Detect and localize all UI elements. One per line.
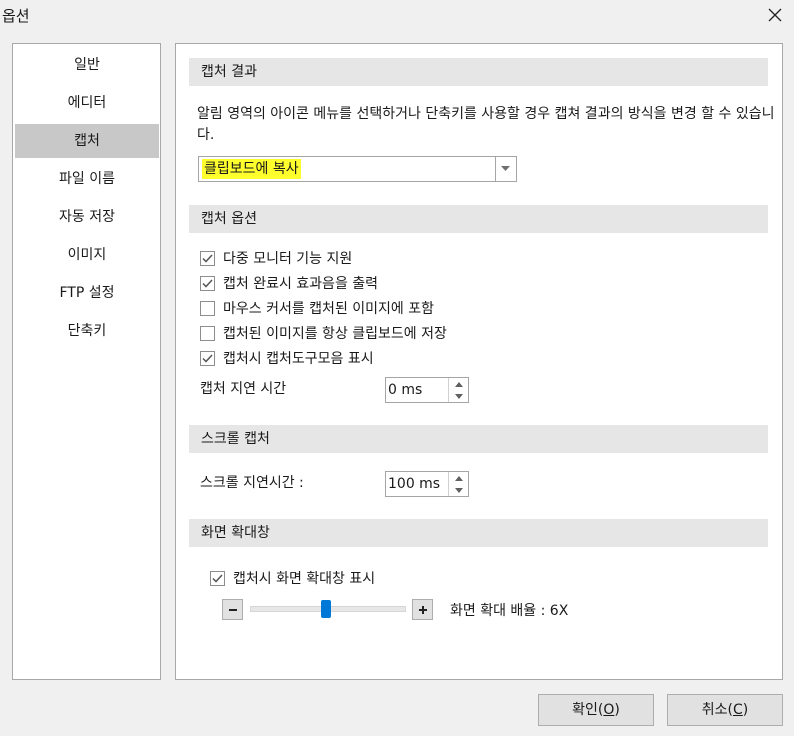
minus-icon: [228, 608, 237, 611]
ok-button[interactable]: 확인(O): [538, 694, 654, 726]
capture-delay-label: 캡처 지연 시간: [200, 381, 287, 397]
arrow-up-icon: [454, 381, 463, 387]
sidebar-item-capture[interactable]: 캡처: [15, 124, 159, 158]
checkbox-box[interactable]: [200, 250, 215, 266]
stepper-up-button[interactable]: [449, 378, 468, 390]
chevron-down-icon: [501, 166, 510, 171]
capture-delay-stepper[interactable]: 0 ms: [385, 377, 469, 403]
capture-result-select[interactable]: 클립보드에 복사: [198, 156, 517, 182]
scroll-delay-label: 스크롤 지연시간 :: [200, 475, 304, 491]
sidebar-item-ftp[interactable]: FTP 설정: [15, 276, 159, 310]
checkmark-icon: [212, 573, 223, 583]
zoom-slider-thumb[interactable]: [321, 600, 331, 618]
checkbox-box[interactable]: [200, 300, 215, 316]
checkbox-label: 다중 모니터 기능 지원: [223, 251, 353, 267]
section-header-magnifier: 화면 확대창: [189, 519, 768, 547]
section-header-capture-options: 캡처 옵션: [189, 205, 768, 233]
arrow-up-icon: [454, 475, 463, 481]
category-list: 일반 에디터 캡처 파일 이름 자동 저장 이미지 FTP 설정 단축키: [12, 43, 161, 680]
checkbox-label: 캡처시 화면 확대창 표시: [233, 571, 376, 587]
checkbox-show-magnifier[interactable]: 캡처시 화면 확대창 표시: [210, 567, 375, 589]
checkbox-show-toolbar[interactable]: 캡처시 캡처도구모음 표시: [200, 347, 374, 369]
sidebar-item-auto-save[interactable]: 자동 저장: [15, 200, 159, 234]
ok-access-key: O: [603, 702, 615, 718]
checkbox-multi-monitor[interactable]: 다중 모니터 기능 지원: [200, 247, 352, 269]
checkmark-icon: [202, 353, 213, 363]
checkbox-box[interactable]: [210, 570, 225, 586]
dropdown-arrow-button[interactable]: [495, 157, 516, 181]
capture-result-selected-value: 클립보드에 복사: [202, 159, 301, 179]
scroll-delay-stepper[interactable]: 100 ms: [385, 471, 469, 497]
arrow-down-icon: [454, 487, 463, 493]
cancel-access-key: C: [732, 702, 743, 718]
sidebar-item-image[interactable]: 이미지: [15, 238, 159, 272]
capture-delay-value[interactable]: 0 ms: [388, 381, 422, 399]
ok-label-prefix: 확인(: [572, 702, 604, 718]
stepper-down-button[interactable]: [449, 484, 468, 496]
capture-result-description: 알림 영역의 아이콘 메뉴를 선택하거나 단축키를 사용할 경우 캡쳐 결과의 …: [197, 106, 775, 143]
sidebar-item-editor[interactable]: 에디터: [15, 86, 159, 120]
checkbox-box[interactable]: [200, 325, 215, 341]
close-button[interactable]: [756, 0, 794, 30]
window-title: 옵션: [2, 7, 30, 25]
close-icon: [768, 8, 782, 22]
ok-label-suffix: ): [614, 702, 620, 718]
zoom-in-button[interactable]: [412, 599, 433, 620]
zoom-level-label: 화면 확대 배율 : 6X: [450, 603, 569, 619]
cancel-label-suffix: ): [742, 702, 749, 718]
cancel-label-prefix: 취소(: [701, 702, 733, 718]
checkbox-box[interactable]: [200, 275, 215, 291]
checkbox-label: 캡처된 이미지를 항상 클립보드에 저장: [223, 326, 447, 342]
sidebar-item-general[interactable]: 일반: [15, 48, 159, 82]
checkbox-always-clipboard[interactable]: 캡처된 이미지를 항상 클립보드에 저장: [200, 322, 447, 344]
checkmark-icon: [202, 278, 213, 288]
sidebar-item-file-name[interactable]: 파일 이름: [15, 162, 159, 196]
cancel-button[interactable]: 취소(C): [667, 694, 783, 726]
sidebar-item-shortcuts[interactable]: 단축키: [15, 314, 159, 348]
section-header-scroll-capture: 스크롤 캡처: [189, 425, 768, 453]
stepper-down-button[interactable]: [449, 390, 468, 402]
checkbox-box[interactable]: [200, 350, 215, 366]
stepper-buttons: [448, 378, 468, 402]
checkbox-label: 마우스 커서를 캡처된 이미지에 포함: [223, 301, 434, 317]
stepper-buttons: [448, 472, 468, 496]
checkbox-include-cursor[interactable]: 마우스 커서를 캡처된 이미지에 포함: [200, 297, 434, 319]
checkbox-sound-effect[interactable]: 캡처 완료시 효과음을 출력: [200, 272, 378, 294]
arrow-down-icon: [454, 393, 463, 399]
section-header-capture-result: 캡처 결과: [189, 58, 768, 86]
settings-panel: 캡처 결과 알림 영역의 아이콘 메뉴를 선택하거나 단축키를 사용할 경우 캡…: [175, 43, 783, 680]
checkmark-icon: [202, 253, 213, 263]
stepper-up-button[interactable]: [449, 472, 468, 484]
title-bar: 옵션: [0, 0, 794, 30]
checkbox-label: 캡처시 캡처도구모음 표시: [223, 351, 374, 367]
plus-icon: [418, 605, 427, 614]
zoom-out-button[interactable]: [222, 599, 243, 620]
scroll-delay-value[interactable]: 100 ms: [388, 475, 440, 493]
checkbox-label: 캡처 완료시 효과음을 출력: [223, 276, 379, 292]
